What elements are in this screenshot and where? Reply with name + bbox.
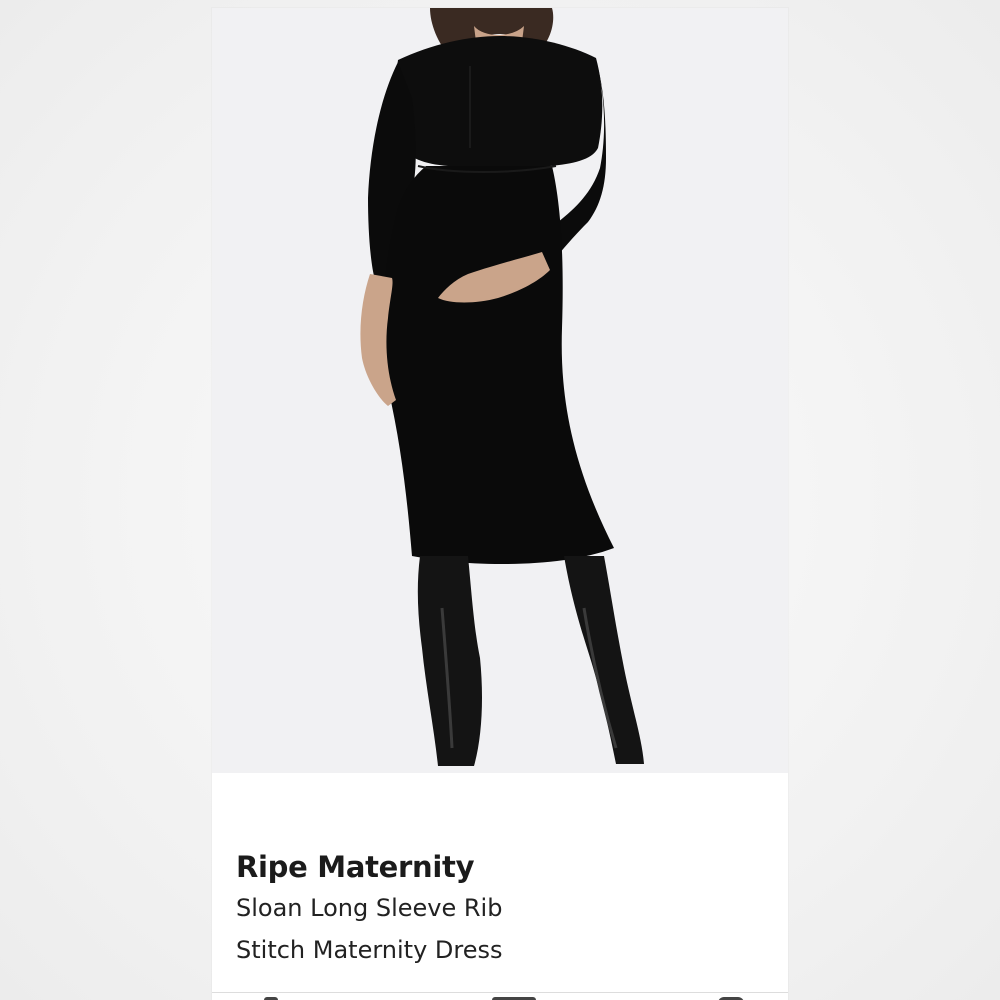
bottom-toolbar — [212, 992, 788, 1000]
product-title-line-1[interactable]: Sloan Long Sleeve Rib — [236, 888, 756, 928]
product-info: Ripe Maternity Sloan Long Sleeve Rib Sti… — [236, 848, 756, 970]
product-card[interactable]: Ripe Maternity Sloan Long Sleeve Rib Sti… — [212, 8, 788, 1000]
brand-name[interactable]: Ripe Maternity — [236, 848, 756, 886]
screenshot-frame: Ripe Maternity Sloan Long Sleeve Rib Sti… — [0, 0, 1000, 1000]
model-illustration — [360, 8, 644, 766]
product-title-line-2[interactable]: Stitch Maternity Dress — [236, 930, 756, 970]
product-photo[interactable] — [212, 8, 788, 773]
